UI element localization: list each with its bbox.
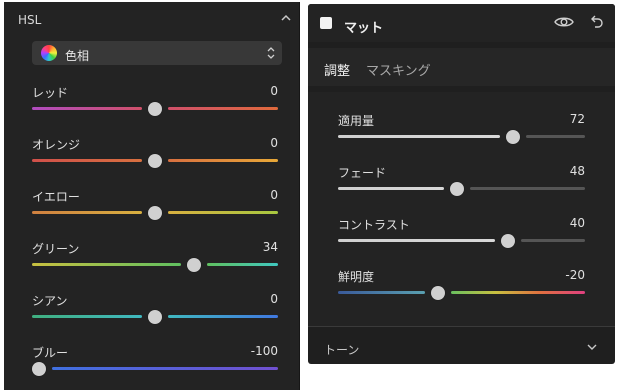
slider-track-right[interactable] <box>451 291 585 294</box>
undo-icon[interactable] <box>589 14 603 30</box>
slider-value: 48 <box>569 164 585 178</box>
slider-track-right[interactable] <box>168 159 278 162</box>
slider-knob[interactable] <box>148 205 162 220</box>
hsl-mode-select[interactable]: 色相 <box>32 41 282 65</box>
slider-knob[interactable] <box>187 257 202 272</box>
tab-adjust[interactable]: 調整 <box>324 60 350 79</box>
slider-value: -100 <box>250 344 278 358</box>
slider-label: ブルー <box>32 346 69 360</box>
matte-panel: マット 調整 マスキング 適用量 72 フェード 48 コントラスト 40 鮮明度 -20 ト… <box>308 4 615 364</box>
matte-panel-title: マット <box>344 21 384 36</box>
slider-track-right[interactable] <box>52 367 278 370</box>
slider-knob[interactable] <box>148 153 162 168</box>
slider-track-left[interactable] <box>32 211 142 214</box>
slider-track-left[interactable] <box>338 291 426 294</box>
slider-track-left[interactable] <box>338 239 496 242</box>
slider-track-right[interactable] <box>525 135 585 138</box>
hsl-panel: HSL 色相 レッド 0 オレンジ 0 イエロー 0 グリーン 34 シアン 0 ブルー -100 <box>4 2 300 390</box>
slider-track-left[interactable] <box>338 135 500 138</box>
slider-label: フェード <box>338 166 387 180</box>
slider-knob[interactable] <box>501 233 516 248</box>
slider-value: 0 <box>270 84 278 98</box>
eye-icon[interactable] <box>554 15 574 29</box>
slider-knob[interactable] <box>431 285 446 300</box>
slider-label: レッド <box>32 86 69 100</box>
tab-masking[interactable]: マスキング <box>366 60 431 79</box>
slider-track-right[interactable] <box>168 211 278 214</box>
slider-label: イエロー <box>32 190 80 204</box>
matte-tabs-bar <box>308 48 615 86</box>
slider-value: 34 <box>262 240 278 254</box>
slider-track-right[interactable] <box>168 107 278 110</box>
chevron-down-icon[interactable] <box>586 342 598 352</box>
slider-label: シアン <box>32 294 68 308</box>
hsl-panel-title: HSL <box>18 13 42 27</box>
slider-knob[interactable] <box>148 309 162 324</box>
color-wheel-icon <box>41 45 57 61</box>
slider-track-left[interactable] <box>32 315 142 318</box>
slider-value: 0 <box>270 136 278 150</box>
slider-value: 40 <box>569 216 585 230</box>
slider-label: オレンジ <box>32 138 81 152</box>
slider-knob[interactable] <box>505 129 520 144</box>
slider-label: 鮮明度 <box>338 270 375 284</box>
slider-knob[interactable] <box>32 361 46 376</box>
matte-enable-checkbox[interactable] <box>320 17 332 29</box>
slider-value: 72 <box>569 112 585 126</box>
slider-knob[interactable] <box>449 181 464 196</box>
tone-section-label[interactable]: トーン <box>324 341 359 358</box>
slider-track-right[interactable] <box>207 263 278 266</box>
slider-value: -20 <box>565 268 585 282</box>
slider-value: 0 <box>270 188 278 202</box>
slider-value: 0 <box>270 292 278 306</box>
slider-track-right[interactable] <box>168 315 278 318</box>
chevron-up-icon[interactable] <box>280 12 292 24</box>
slider-label: グリーン <box>32 242 80 256</box>
slider-track-right[interactable] <box>521 239 585 242</box>
hsl-mode-value: 色相 <box>65 49 90 63</box>
slider-label: 適用量 <box>338 114 375 128</box>
slider-label: コントラスト <box>338 218 410 232</box>
slider-track-left[interactable] <box>338 187 444 190</box>
slider-track-left[interactable] <box>32 263 182 266</box>
chevron-updown-icon <box>267 47 275 59</box>
slider-track-right[interactable] <box>469 187 585 190</box>
slider-knob[interactable] <box>148 101 162 116</box>
section-divider <box>308 326 615 327</box>
slider-track-left[interactable] <box>32 159 142 162</box>
slider-track-left[interactable] <box>32 107 142 110</box>
